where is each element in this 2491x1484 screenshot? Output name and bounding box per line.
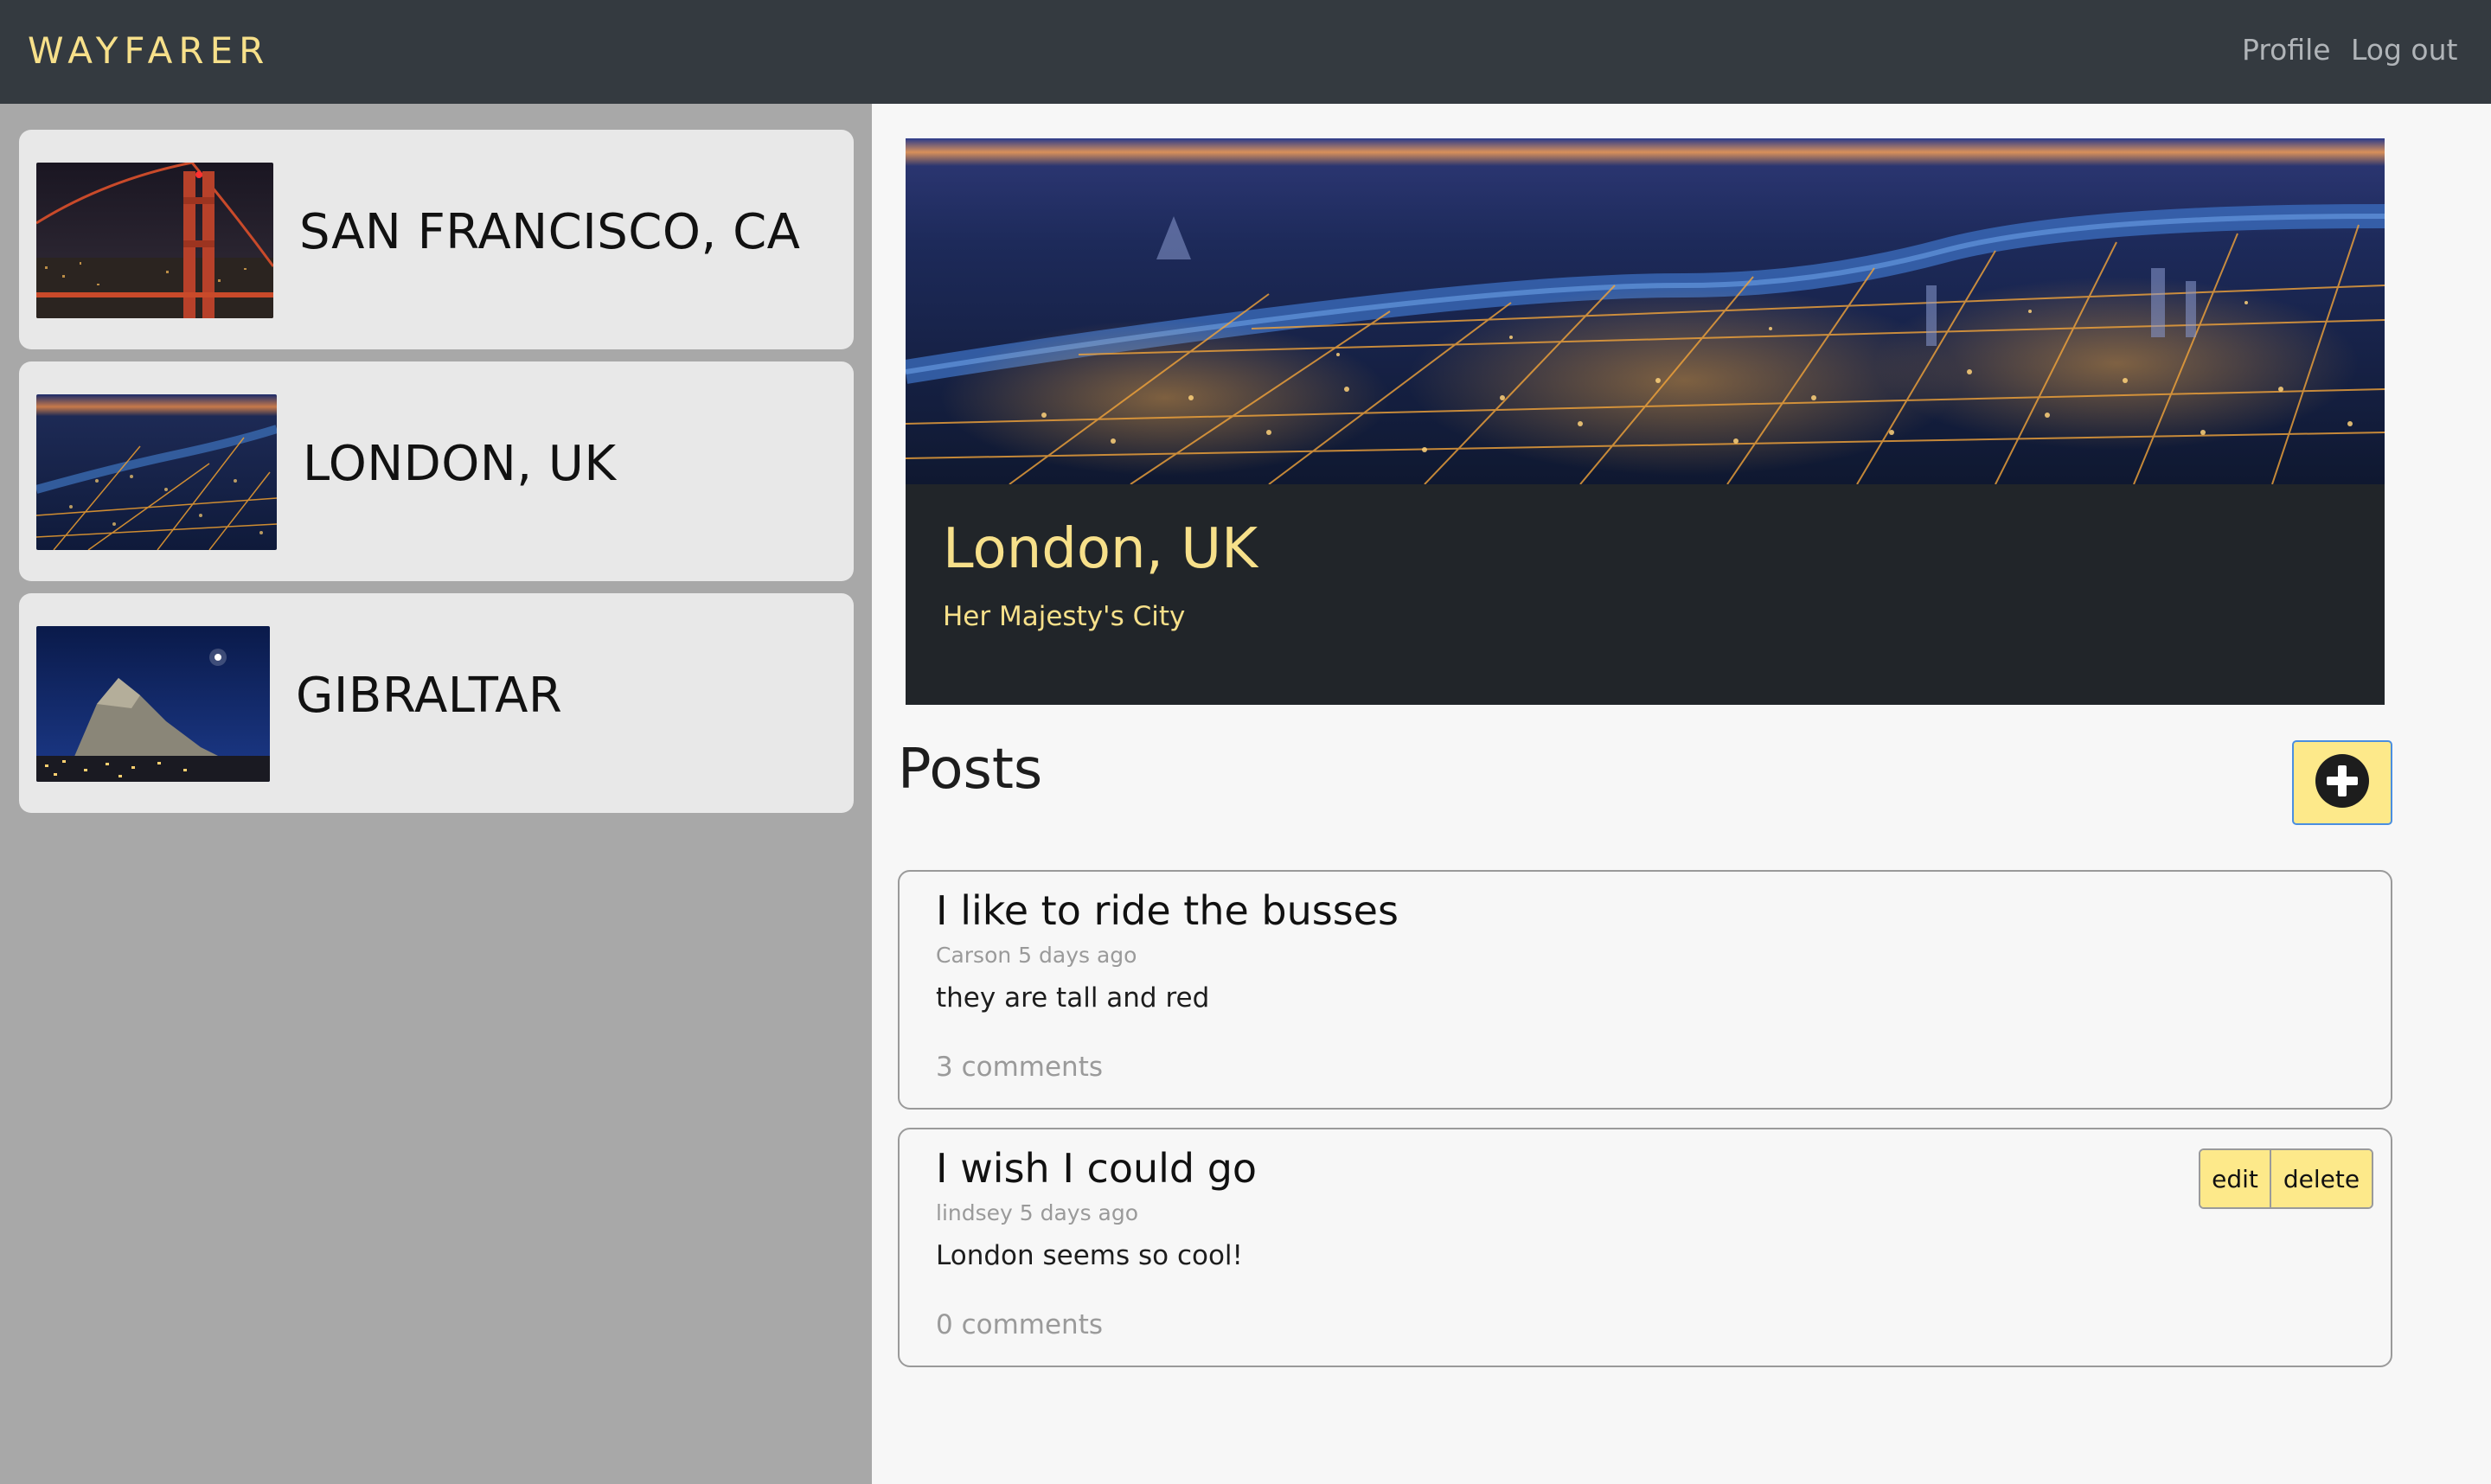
- post-comments-link[interactable]: 0 comments: [936, 1309, 1103, 1340]
- logout-link[interactable]: Log out: [2351, 33, 2457, 67]
- city-title: London, UK: [943, 517, 1258, 581]
- plus-circle-icon: [2315, 753, 2370, 812]
- gibraltar-thumbnail: [36, 626, 270, 782]
- post-actions: edit delete: [2199, 1148, 2373, 1209]
- post-meta: lindsey 5 days ago: [936, 1200, 1139, 1225]
- edit-button[interactable]: edit: [2200, 1150, 2271, 1207]
- top-navbar: WAYFARER Profile Log out: [0, 0, 2491, 104]
- london-thumbnail: [36, 394, 277, 550]
- profile-link[interactable]: Profile: [2242, 33, 2331, 67]
- posts-heading: Posts: [898, 738, 1043, 802]
- city-name-san-francisco: SAN FRANCISCO, CA: [299, 204, 801, 260]
- city-card-london[interactable]: LONDON, UK: [19, 361, 854, 581]
- city-subtitle: Her Majesty's City: [943, 601, 1186, 632]
- post-card[interactable]: I wish I could go lindsey 5 days ago Lon…: [898, 1128, 2392, 1367]
- delete-button[interactable]: delete: [2271, 1150, 2372, 1207]
- city-card-san-francisco[interactable]: SAN FRANCISCO, CA: [19, 130, 854, 349]
- post-title[interactable]: I wish I could go: [936, 1145, 1257, 1192]
- city-name-gibraltar: GIBRALTAR: [296, 668, 563, 724]
- city-name-london: LONDON, UK: [303, 436, 617, 492]
- city-sidebar: SAN FRANCISCO, CA LONDON, UK GIBRALTAR: [0, 104, 872, 1484]
- add-post-button[interactable]: [2292, 740, 2392, 825]
- post-body: they are tall and red: [936, 982, 1210, 1014]
- san-francisco-thumbnail: [36, 163, 273, 318]
- post-comments-link[interactable]: 3 comments: [936, 1052, 1103, 1083]
- city-card-gibraltar[interactable]: GIBRALTAR: [19, 593, 854, 813]
- post-body: London seems so cool!: [936, 1240, 1243, 1271]
- brand-logo[interactable]: WAYFARER: [28, 29, 270, 72]
- city-hero-card: London, UK Her Majesty's City: [906, 138, 2385, 705]
- post-card[interactable]: I like to ride the busses Carson 5 days …: [898, 870, 2392, 1110]
- post-title[interactable]: I like to ride the busses: [936, 887, 1399, 934]
- post-meta: Carson 5 days ago: [936, 943, 1137, 968]
- london-hero-image: [906, 138, 2385, 484]
